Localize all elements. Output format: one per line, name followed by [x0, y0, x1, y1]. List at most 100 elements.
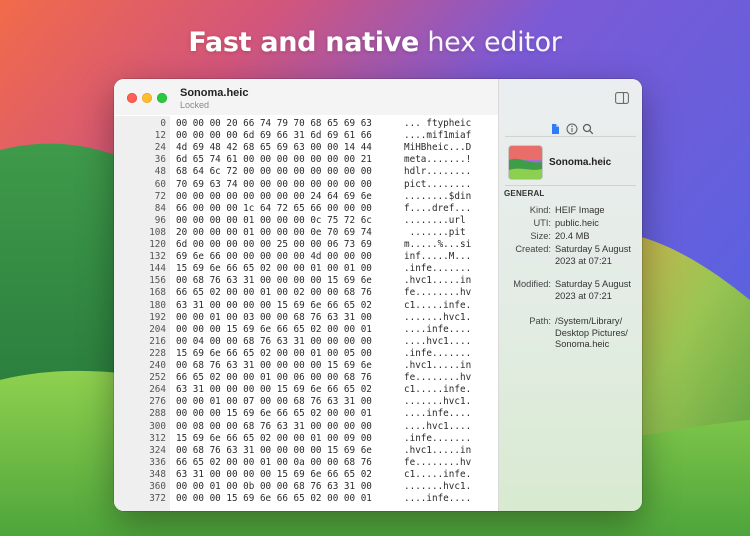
- close-button[interactable]: [127, 93, 137, 103]
- hex-row[interactable]: 228 15 69 6e 66 65 02 00 00 01 00 05 00 .i…: [114, 347, 498, 360]
- row-ascii-text[interactable]: ....hvc1....: [404, 336, 471, 348]
- maximize-button[interactable]: [157, 93, 167, 103]
- hex-row[interactable]: 216 00 04 00 00 68 76 63 31 00 00 00 00..…: [114, 335, 498, 348]
- search-icon[interactable]: [582, 122, 594, 135]
- hex-row[interactable]: 36 6d 65 74 61 00 00 00 00 00 00 00 21 met…: [114, 154, 498, 167]
- row-hex-bytes[interactable]: 00 00 00 00 01 00 00 00 0c 75 72 6c: [176, 215, 372, 227]
- row-ascii-text[interactable]: ....infe....: [404, 408, 471, 420]
- row-hex-bytes[interactable]: 00 00 01 00 0b 00 00 68 76 63 31 00: [176, 481, 372, 493]
- row-hex-bytes[interactable]: 00 68 76 63 31 00 00 00 00 15 69 6e: [176, 360, 372, 372]
- row-hex-bytes[interactable]: 20 00 00 00 01 00 00 00 0e 70 69 74: [176, 227, 372, 239]
- row-ascii-text[interactable]: fe........hv: [404, 457, 471, 469]
- row-ascii-text[interactable]: ....infe....: [404, 324, 471, 336]
- row-ascii-text[interactable]: .infe.......: [404, 433, 471, 445]
- row-ascii-text[interactable]: .infe.......: [404, 263, 471, 275]
- hex-row[interactable]: 12 00 00 00 00 6d 69 66 31 6d 69 61 66...…: [114, 130, 498, 143]
- hex-row[interactable]: 96 00 00 00 00 01 00 00 00 0c 75 72 6c...…: [114, 214, 498, 227]
- row-ascii-text[interactable]: ....mif1miaf: [404, 130, 471, 142]
- hex-row[interactable]: 156 00 68 76 63 31 00 00 00 00 15 69 6e .h…: [114, 275, 498, 288]
- row-ascii-text[interactable]: ....infe....: [404, 493, 471, 505]
- row-hex-bytes[interactable]: 00 00 00 15 69 6e 66 65 02 00 00 01: [176, 493, 372, 505]
- row-ascii-text[interactable]: meta.......!: [404, 154, 471, 166]
- hex-row[interactable]: 180 63 31 00 00 00 00 15 69 6e 66 65 02 c1…: [114, 299, 498, 312]
- hex-row[interactable]: 288 00 00 00 15 69 6e 66 65 02 00 00 01..…: [114, 408, 498, 421]
- hex-row[interactable]: 252 66 65 02 00 00 01 00 06 00 00 68 76 fe…: [114, 372, 498, 385]
- row-ascii-text[interactable]: .hvc1.....in: [404, 445, 471, 457]
- hex-row[interactable]: 84 66 00 00 00 1c 64 72 65 66 00 00 00 f..…: [114, 202, 498, 215]
- row-hex-bytes[interactable]: 66 00 00 00 1c 64 72 65 66 00 00 00: [176, 203, 372, 215]
- row-hex-bytes[interactable]: 63 31 00 00 00 00 15 69 6e 66 65 02: [176, 300, 372, 312]
- row-hex-bytes[interactable]: 00 00 00 15 69 6e 66 65 02 00 00 01: [176, 408, 372, 420]
- hex-row[interactable]: 120 6d 00 00 00 00 00 25 00 00 06 73 69 m.…: [114, 239, 498, 251]
- row-hex-bytes[interactable]: 66 65 02 00 00 01 00 02 00 00 68 76: [176, 287, 372, 299]
- row-ascii-text[interactable]: MiHBheic...D: [404, 142, 471, 154]
- hex-row[interactable]: 72 00 00 00 00 00 00 00 00 24 64 69 6e...…: [114, 190, 498, 203]
- hex-row[interactable]: 264 63 31 00 00 00 00 15 69 6e 66 65 02 c1…: [114, 384, 498, 397]
- row-hex-bytes[interactable]: 00 00 00 00 6d 69 66 31 6d 69 61 66: [176, 130, 372, 142]
- hex-row[interactable]: 240 00 68 76 63 31 00 00 00 00 15 69 6e .h…: [114, 360, 498, 372]
- hex-row[interactable]: 372 00 00 00 15 69 6e 66 65 02 00 00 01..…: [114, 493, 498, 506]
- hex-row[interactable]: 204 00 00 00 15 69 6e 66 65 02 00 00 01..…: [114, 323, 498, 336]
- hex-row[interactable]: 48 68 64 6c 72 00 00 00 00 00 00 00 00 hdl…: [114, 166, 498, 179]
- row-ascii-text[interactable]: c1.....infe.: [404, 384, 471, 396]
- row-hex-bytes[interactable]: 00 04 00 00 68 76 63 31 00 00 00 00: [176, 336, 372, 348]
- row-ascii-text[interactable]: .......hvc1.: [404, 312, 471, 324]
- row-ascii-text[interactable]: ........url: [404, 215, 466, 227]
- row-ascii-text[interactable]: inf.....M...: [404, 251, 471, 263]
- row-ascii-text[interactable]: .hvc1.....in: [404, 275, 471, 287]
- row-ascii-text[interactable]: .......pit: [404, 227, 466, 239]
- row-hex-bytes[interactable]: 63 31 00 00 00 00 15 69 6e 66 65 02: [176, 384, 372, 396]
- hex-row[interactable]: 360 00 00 01 00 0b 00 00 68 76 63 31 00..…: [114, 481, 498, 493]
- hex-row[interactable]: 348 63 31 00 00 00 00 15 69 6e 66 65 02 c1…: [114, 468, 498, 481]
- row-hex-bytes[interactable]: 00 00 00 20 66 74 79 70 68 65 69 63: [176, 118, 372, 130]
- minimize-button[interactable]: [142, 93, 152, 103]
- hex-row[interactable]: 60 70 69 63 74 00 00 00 00 00 00 00 00 pic…: [114, 178, 498, 191]
- row-hex-bytes[interactable]: 69 6e 66 00 00 00 00 00 4d 00 00 00: [176, 251, 372, 263]
- row-hex-bytes[interactable]: 66 65 02 00 00 01 00 06 00 00 68 76: [176, 372, 372, 384]
- row-hex-bytes[interactable]: 15 69 6e 66 65 02 00 00 01 00 05 00: [176, 348, 372, 360]
- hex-row[interactable]: 324 00 68 76 63 31 00 00 00 00 15 69 6e .h…: [114, 444, 498, 457]
- row-hex-bytes[interactable]: 00 68 76 63 31 00 00 00 00 15 69 6e: [176, 445, 372, 457]
- row-hex-bytes[interactable]: 70 69 63 74 00 00 00 00 00 00 00 00: [176, 179, 372, 191]
- row-hex-bytes[interactable]: 00 68 76 63 31 00 00 00 00 15 69 6e: [176, 275, 372, 287]
- hex-row[interactable]: 192 00 00 01 00 03 00 00 68 76 63 31 00..…: [114, 311, 498, 324]
- info-icon[interactable]: [566, 122, 578, 135]
- hex-row[interactable]: 24 4d 69 48 42 68 65 69 63 00 00 14 44 MiH…: [114, 142, 498, 155]
- row-ascii-text[interactable]: c1.....infe.: [404, 469, 471, 481]
- row-ascii-text[interactable]: hdlr........: [404, 166, 471, 178]
- hex-row[interactable]: 0 00 00 00 20 66 74 79 70 68 65 69 63 ... …: [114, 118, 498, 130]
- row-hex-bytes[interactable]: 15 69 6e 66 65 02 00 00 01 00 09 00: [176, 433, 372, 445]
- row-hex-bytes[interactable]: 63 31 00 00 00 00 15 69 6e 66 65 02: [176, 469, 372, 481]
- hex-grid[interactable]: 0 00 00 00 20 66 74 79 70 68 65 69 63 ... …: [114, 116, 498, 511]
- hex-row[interactable]: 276 00 00 01 00 07 00 00 68 76 63 31 00..…: [114, 396, 498, 409]
- row-ascii-text[interactable]: ........$din: [404, 191, 471, 203]
- row-ascii-text[interactable]: .infe.......: [404, 348, 471, 360]
- row-hex-bytes[interactable]: 00 00 01 00 07 00 00 68 76 63 31 00: [176, 396, 372, 408]
- row-hex-bytes[interactable]: 15 69 6e 66 65 02 00 00 01 00 01 00: [176, 263, 372, 275]
- row-hex-bytes[interactable]: 6d 65 74 61 00 00 00 00 00 00 00 21: [176, 154, 372, 166]
- row-hex-bytes[interactable]: 68 64 6c 72 00 00 00 00 00 00 00 00: [176, 166, 372, 178]
- hex-row[interactable]: 300 00 08 00 00 68 76 63 31 00 00 00 00..…: [114, 420, 498, 433]
- hex-row[interactable]: 132 69 6e 66 00 00 00 00 00 4d 00 00 00 in…: [114, 251, 498, 264]
- row-hex-bytes[interactable]: 4d 69 48 42 68 65 69 63 00 00 14 44: [176, 142, 372, 154]
- hex-row[interactable]: 312 15 69 6e 66 65 02 00 00 01 00 09 00 .i…: [114, 432, 498, 445]
- row-ascii-text[interactable]: .......hvc1.: [404, 396, 471, 408]
- row-hex-bytes[interactable]: 00 00 00 15 69 6e 66 65 02 00 00 01: [176, 324, 372, 336]
- document-icon[interactable]: [549, 122, 561, 134]
- row-ascii-text[interactable]: ... ftypheic: [404, 118, 471, 130]
- toggle-sidebar-icon[interactable]: [615, 91, 629, 104]
- row-hex-bytes[interactable]: 00 08 00 00 68 76 63 31 00 00 00 00: [176, 421, 372, 433]
- hex-row[interactable]: 108 20 00 00 00 01 00 00 00 0e 70 69 74 .…: [114, 226, 498, 239]
- row-ascii-text[interactable]: .......hvc1.: [404, 481, 471, 493]
- hex-row[interactable]: 336 66 65 02 00 00 01 00 0a 00 00 68 76 fe…: [114, 456, 498, 469]
- hex-row[interactable]: 168 66 65 02 00 00 01 00 02 00 00 68 76 fe…: [114, 287, 498, 300]
- row-hex-bytes[interactable]: 6d 00 00 00 00 00 25 00 00 06 73 69: [176, 239, 372, 251]
- row-ascii-text[interactable]: pict........: [404, 179, 471, 191]
- row-hex-bytes[interactable]: 66 65 02 00 00 01 00 0a 00 00 68 76: [176, 457, 372, 469]
- hex-row[interactable]: 144 15 69 6e 66 65 02 00 00 01 00 01 00 .i…: [114, 263, 498, 276]
- row-ascii-text[interactable]: f....dref...: [404, 203, 471, 215]
- row-ascii-text[interactable]: c1.....infe.: [404, 300, 471, 312]
- row-ascii-text[interactable]: fe........hv: [404, 287, 471, 299]
- row-ascii-text[interactable]: fe........hv: [404, 372, 471, 384]
- row-hex-bytes[interactable]: 00 00 00 00 00 00 00 00 24 64 69 6e: [176, 191, 372, 203]
